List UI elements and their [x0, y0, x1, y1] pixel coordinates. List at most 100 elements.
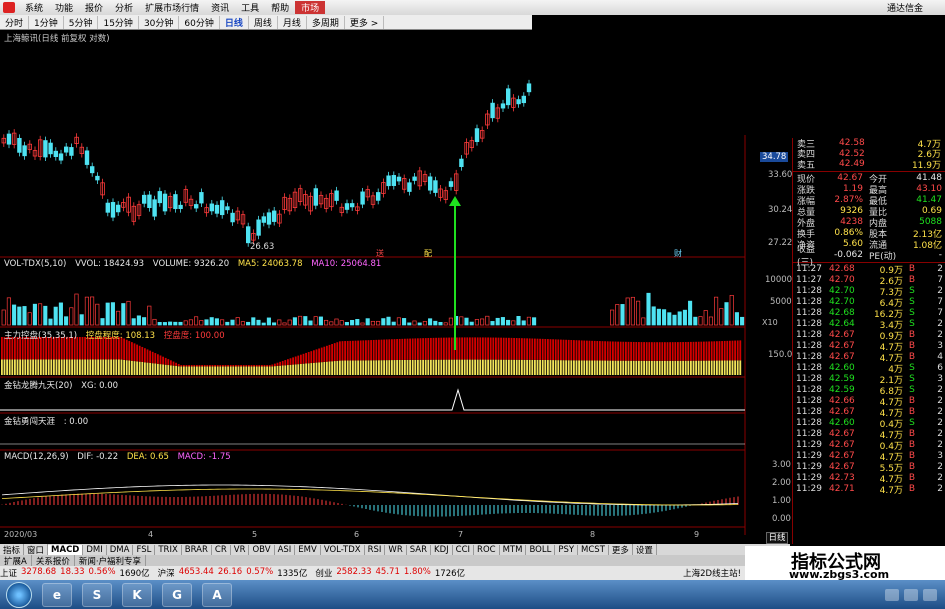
taskbar-app-a-icon[interactable]: A: [202, 582, 232, 607]
ctrl-bar-yellow: [671, 360, 674, 375]
volume-bar: [214, 318, 219, 326]
ctrl-bar-yellow: [409, 359, 411, 375]
ctrl-bar-yellow: [703, 360, 705, 375]
ctrl-bar-red: [635, 342, 638, 361]
period-tab-30min[interactable]: 30分钟: [139, 15, 180, 29]
period-tab-60min[interactable]: 60分钟: [179, 15, 220, 29]
chart-canvas[interactable]: [0, 30, 790, 542]
indicator-tab[interactable]: 设置: [633, 543, 657, 556]
indicator-tab[interactable]: WR: [385, 544, 407, 555]
candle-body: [64, 146, 69, 153]
menu-item-function[interactable]: 功能: [49, 1, 79, 14]
ctrl-bar-yellow: [401, 359, 404, 375]
indicator-tab[interactable]: VR: [231, 544, 250, 555]
start-button-icon[interactable]: [6, 581, 32, 608]
vol-axis-label: 5000: [770, 297, 792, 307]
quote-value: 41.48: [916, 173, 942, 183]
sub-tab[interactable]: 关系报价: [32, 554, 75, 567]
index-hs[interactable]: 沪深 4653.44 26.16 0.57% 1335亿: [158, 567, 308, 579]
ctrl-bar-red: [599, 341, 601, 361]
menu-item-system[interactable]: 系统: [19, 1, 49, 14]
ctrl-bar-yellow: [383, 360, 385, 375]
period-tab-timeshare[interactable]: 分时: [0, 15, 30, 29]
period-tab-day[interactable]: 日线: [220, 15, 249, 29]
taskbar-app-s-icon[interactable]: S: [82, 582, 112, 607]
indicator-tab[interactable]: DMA: [107, 544, 134, 555]
menu-item-tools[interactable]: 工具: [235, 1, 265, 14]
menu-item-market[interactable]: 市场: [295, 1, 326, 14]
indicator-tab[interactable]: MTM: [500, 544, 527, 555]
taskbar-app-g-icon[interactable]: G: [162, 582, 192, 607]
ctrl-bar-red: [482, 337, 484, 360]
indicator-tab[interactable]: DMI: [83, 544, 107, 555]
ctrl-bar-red: [513, 337, 515, 360]
volume-bar: [521, 320, 526, 326]
indicator-tab[interactable]: MACD: [48, 544, 84, 555]
menu-item-help[interactable]: 帮助: [265, 1, 295, 14]
candle-body: [209, 203, 214, 212]
indicator-tab[interactable]: VOL-TDX: [321, 544, 365, 555]
tray-icon[interactable]: [923, 588, 937, 601]
period-tab-1min[interactable]: 1分钟: [29, 15, 64, 29]
index-sh[interactable]: 上证 3278.68 18.33 0.56% 1690亿: [0, 567, 150, 579]
taskbar-app-k-icon[interactable]: K: [122, 582, 152, 607]
volume-bar: [6, 297, 11, 326]
indicator-tab[interactable]: CCI: [453, 544, 475, 555]
tick-side: B: [908, 462, 916, 472]
tick-count: 3: [937, 374, 943, 384]
tick-side: B: [908, 396, 916, 406]
indicator-tab[interactable]: ROC: [474, 544, 500, 555]
period-tab-week[interactable]: 周线: [249, 15, 278, 29]
ctrl-bar-yellow: [495, 359, 497, 375]
indicator-tab[interactable]: MCST: [578, 544, 609, 555]
tray-icon[interactable]: [885, 588, 899, 601]
indicator-tab[interactable]: OBV: [249, 544, 275, 555]
indicator-tab[interactable]: PSY: [555, 544, 579, 555]
volume-bar: [277, 319, 282, 326]
menu-item-news[interactable]: 资讯: [205, 1, 235, 14]
orderbook-row[interactable]: 卖五 42.49 11.9万: [793, 159, 945, 171]
indicator-tab[interactable]: TRIX: [155, 544, 182, 555]
day-button[interactable]: 日线: [766, 532, 788, 544]
tick-time: 11:28: [796, 429, 822, 439]
menu-item-quote[interactable]: 报价: [79, 1, 109, 14]
tick-row[interactable]: 11:29 42.71 4.7万 B 2: [793, 484, 945, 496]
indicator-tab[interactable]: BOLL: [526, 544, 556, 555]
sub-tab[interactable]: 扩展A: [0, 554, 32, 567]
ctrl-bar-yellow: [424, 359, 427, 375]
indicator-tab[interactable]: KDJ: [431, 544, 453, 555]
menu-item-analysis[interactable]: 分析: [109, 1, 139, 14]
ctrl-bar-red: [370, 340, 372, 361]
volume-bar: [240, 321, 245, 326]
kline-chart-area[interactable]: 34.78 33.60 30.24 27.22 26.63 送 配 财 VOL-…: [0, 30, 792, 542]
indicator-tab[interactable]: RSI: [365, 544, 386, 555]
candle-body: [69, 147, 74, 156]
indicator-tab[interactable]: SAR: [407, 544, 432, 555]
sub-tab[interactable]: 新闻·户福利专享: [75, 554, 147, 567]
menu-item-ext-market[interactable]: 扩展市场行情: [139, 1, 205, 14]
indicator-tab[interactable]: 更多: [609, 543, 633, 556]
ctrl-bar-yellow: [209, 366, 211, 375]
volume-bar: [136, 315, 141, 326]
ctrl-bar-yellow: [326, 361, 328, 375]
index-cy[interactable]: 创业 2582.33 45.71 1.80% 1726亿: [315, 567, 465, 579]
ctrl-bar-yellow: [105, 359, 107, 375]
ctrl-bar-red: [170, 360, 172, 366]
indicator-tab[interactable]: CR: [212, 544, 231, 555]
tick-list[interactable]: 11:27 42.68 0.9万 B 2 11:27 42.70 2.6万 B 7 11:28 42.…: [793, 264, 945, 496]
period-tab-multi[interactable]: 多周期: [307, 15, 345, 29]
period-tab-15min[interactable]: 15分钟: [98, 15, 139, 29]
indicator-tab[interactable]: BRAR: [182, 544, 212, 555]
indicator-tab[interactable]: FSL: [133, 544, 156, 555]
indicator-tab[interactable]: EMV: [295, 544, 321, 555]
ctrl-bar-yellow: [313, 362, 315, 375]
period-tab-more[interactable]: 更多 >: [345, 15, 385, 29]
tray-icon[interactable]: [904, 588, 918, 601]
ctrl-bar-red: [318, 348, 320, 363]
tick-count: 2: [937, 484, 943, 494]
period-tab-month[interactable]: 月线: [278, 15, 307, 29]
period-tab-5min[interactable]: 5分钟: [64, 15, 99, 29]
indicator-tab[interactable]: ASI: [275, 544, 296, 555]
tick-time: 11:28: [796, 341, 822, 351]
taskbar-app-ie-icon[interactable]: e: [42, 582, 72, 607]
